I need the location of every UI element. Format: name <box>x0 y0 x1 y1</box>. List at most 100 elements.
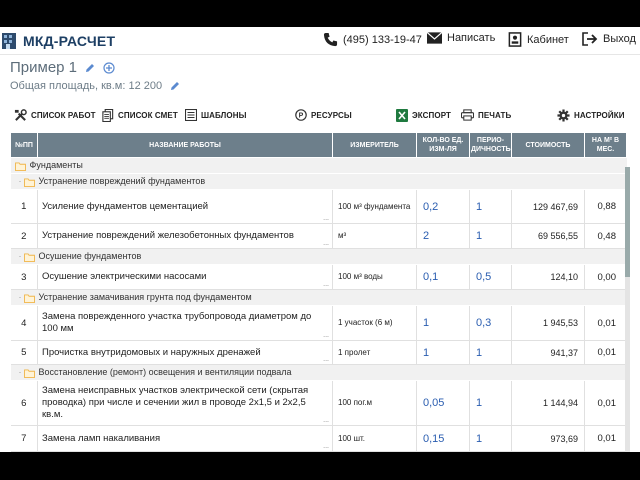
cell-period[interactable]: 0,3 <box>469 305 512 341</box>
exit-link[interactable]: Выход <box>582 32 636 46</box>
row-menu-ellipsis[interactable]: ... <box>323 443 329 450</box>
cell-cost: 129 467,69 <box>511 189 585 224</box>
cell-cost: 1 945,53 <box>511 305 585 341</box>
work-name: Устранение повреждений железобетонных фу… <box>42 230 294 241</box>
tree-branch: · <box>18 367 22 378</box>
cell-per-month: 0,01 <box>584 380 627 426</box>
row-menu-ellipsis[interactable]: ... <box>323 281 329 288</box>
cell-num: 2 <box>10 223 38 249</box>
works-list-button[interactable]: СПИСОК РАБОТ <box>14 109 96 122</box>
cell-unit: 100 м³ воды <box>332 264 417 290</box>
cell-qty[interactable]: 0,05 <box>416 380 470 426</box>
estimates-list-button[interactable]: СПИСОК СМЕТ <box>102 109 178 122</box>
cell-period[interactable]: 1 <box>469 340 512 365</box>
template-list-icon <box>185 109 197 121</box>
templates-button[interactable]: ШАБЛОНЫ <box>185 109 247 121</box>
write-label: Написать <box>447 32 496 44</box>
tree-branch: · <box>18 292 22 303</box>
col-header-num[interactable]: №ПП <box>10 132 38 158</box>
cell-unit: 1 пролет <box>332 340 417 365</box>
templates-label: ШАБЛОНЫ <box>201 110 247 120</box>
export-button[interactable]: ЭКСПОРТ <box>396 109 451 122</box>
row-menu-ellipsis[interactable]: ... <box>323 417 329 424</box>
cell-qty[interactable]: 1 <box>416 305 470 341</box>
phone-link[interactable]: (495) 133-19-47 <box>323 32 422 47</box>
table-row[interactable]: 5 Прочистка внутридомовых и наружных дре… <box>10 340 627 365</box>
subgroup-row[interactable]: · Восстановление (ремонт) освещения и вен… <box>10 364 627 381</box>
exit-label: Выход <box>603 33 636 45</box>
col-header-period[interactable]: ПЕРИО-ДИЧНОСТЬ <box>469 132 512 158</box>
cell-period[interactable]: 1 <box>469 189 512 224</box>
folder-icon <box>14 162 26 171</box>
write-link[interactable]: Написать <box>427 32 495 44</box>
row-menu-ellipsis[interactable]: ... <box>323 215 329 222</box>
cell-cost: 1 144,94 <box>511 380 585 426</box>
toolbar: СПИСОК РАБОТ СПИСОК СМЕТ ШАБЛОНЫ P РЕСУР… <box>0 106 640 132</box>
col-header-qty[interactable]: КОЛ-ВО ЕД. ИЗМ-ЛЯ <box>416 132 470 158</box>
cell-qty[interactable]: 0,2 <box>416 189 470 224</box>
subgroup-row[interactable]: · Устранение замачивания грунта под фунда… <box>10 289 627 306</box>
col-header-cost[interactable]: СТОИМОСТЬ <box>511 132 585 158</box>
printer-icon <box>461 109 474 121</box>
cell-name: Замена неисправных участков электрическо… <box>37 380 333 426</box>
table-row[interactable]: 3 Осушение электрическими насосами... 10… <box>10 264 627 290</box>
work-name: Замена ламп накаливания <box>42 432 161 444</box>
row-menu-ellipsis[interactable]: ... <box>323 240 329 247</box>
col-header-name[interactable]: НАЗВАНИЕ РАБОТЫ <box>37 132 333 158</box>
table-row[interactable]: 2 Устранение повреждений железобетонных … <box>10 223 627 249</box>
vertical-scrollbar[interactable] <box>625 167 630 452</box>
folder-icon <box>23 253 35 262</box>
table-header-row: №ПП НАЗВАНИЕ РАБОТЫ ИЗМЕРИТЕЛЬ КОЛ-ВО ЕД… <box>10 132 627 158</box>
cell-cost: 124,10 <box>511 264 585 290</box>
logout-icon <box>582 32 598 46</box>
row-menu-ellipsis[interactable]: ... <box>323 356 329 363</box>
table-row[interactable]: 4 Замена поврежденного участка трубопров… <box>10 305 627 341</box>
cell-name: Замена поврежденного участка трубопровод… <box>37 305 333 341</box>
logo[interactable]: МКД-РАСЧЕТ <box>2 32 115 49</box>
cell-qty[interactable]: 0,1 <box>416 264 470 290</box>
print-label: ПЕЧАТЬ <box>478 110 512 120</box>
cell-period[interactable]: 0,5 <box>469 264 512 290</box>
print-button[interactable]: ПЕЧАТЬ <box>461 109 511 121</box>
edit-title-pencil-icon[interactable] <box>85 63 95 73</box>
app-window: МКД-РАСЧЕТ (495) 133-19-47 Написать Каби… <box>0 27 640 452</box>
row-menu-ellipsis[interactable]: ... <box>323 332 329 339</box>
edit-area-pencil-icon[interactable] <box>170 81 180 91</box>
group-row[interactable]: Фундаменты <box>10 157 627 174</box>
resources-button[interactable]: P РЕСУРСЫ <box>295 109 352 121</box>
cell-num: 1 <box>10 189 38 224</box>
estimates-list-label: СПИСОК СМЕТ <box>118 111 178 120</box>
document-header: Пример 1 Общая площадь, кв.м: 12 200 <box>0 55 640 106</box>
cell-per-month: 0,01 <box>584 425 627 452</box>
folder-icon <box>23 294 35 303</box>
cell-period[interactable]: 1 <box>469 380 512 426</box>
cell-per-month: 0,01 <box>584 305 627 341</box>
cell-period[interactable]: 1 <box>469 425 512 452</box>
cabinet-link[interactable]: Кабинет <box>508 32 569 47</box>
cell-qty[interactable]: 1 <box>416 340 470 365</box>
cell-qty[interactable]: 0,15 <box>416 425 470 452</box>
cell-num: 6 <box>10 380 38 426</box>
cell-per-month: 0,48 <box>584 223 627 249</box>
cell-qty[interactable]: 2 <box>416 223 470 249</box>
coin-icon: P <box>295 109 307 121</box>
subgroup-row[interactable]: · Устранение повреждений фундаментов <box>10 173 627 190</box>
table-row[interactable]: 7 Замена ламп накаливания... 100 шт. 0,1… <box>10 425 627 452</box>
table-row[interactable]: 6 Замена неисправных участков электричес… <box>10 380 627 426</box>
col-header-unit[interactable]: ИЗМЕРИТЕЛЬ <box>332 132 417 158</box>
table-row[interactable]: 1 Усиление фундаментов цементацией... 10… <box>10 189 627 224</box>
profile-card-icon <box>508 32 522 47</box>
subgroup-row[interactable]: · Осушение фундаментов <box>10 248 627 265</box>
cell-period[interactable]: 1 <box>469 223 512 249</box>
scrollbar-thumb[interactable] <box>625 167 630 277</box>
work-name: Осушение электрическими насосами <box>42 271 207 282</box>
work-name: Прочистка внутридомовых и наружных дрена… <box>42 346 261 358</box>
col-header-per-month[interactable]: НА М² В МЕС. <box>584 132 627 158</box>
cell-unit: 100 шт. <box>332 425 417 452</box>
add-plus-icon[interactable] <box>103 61 115 74</box>
cell-per-month: 0,01 <box>584 340 627 365</box>
tools-icon <box>14 109 27 121</box>
cell-num: 5 <box>10 340 38 365</box>
settings-button[interactable]: НАСТРОЙКИ <box>557 109 625 122</box>
cell-num: 3 <box>10 264 38 290</box>
